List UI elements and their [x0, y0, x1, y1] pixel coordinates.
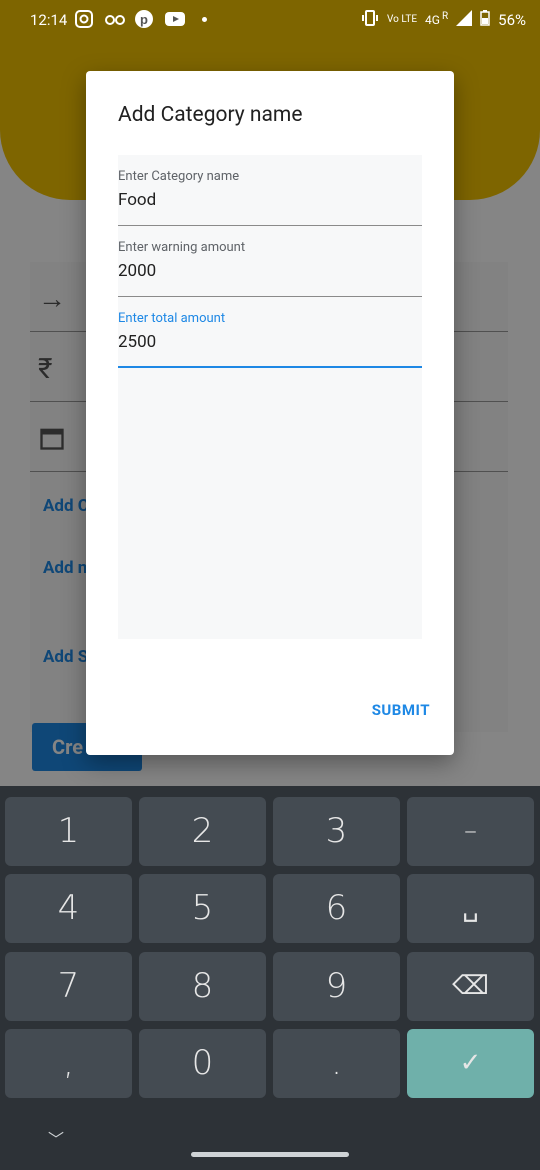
category-name-field[interactable]: Enter Category name Food [118, 155, 422, 226]
field-value[interactable]: 2000 [118, 261, 156, 281]
dialog-title: Add Category name [118, 103, 303, 127]
key-space[interactable]: ␣ [407, 874, 534, 943]
battery-percent: 56% [498, 11, 526, 29]
key-8[interactable]: 8 [139, 952, 266, 1021]
key-period[interactable]: . [273, 1029, 400, 1098]
add-category-dialog: Add Category name Enter Category name Fo… [86, 71, 454, 755]
key-3[interactable]: 3 [273, 797, 400, 866]
key-0[interactable]: 0 [139, 1029, 266, 1098]
field-label: Enter Category name [118, 169, 240, 184]
field-label: Enter warning amount [118, 240, 246, 255]
battery-icon [480, 10, 490, 30]
numeric-keyboard: 1 2 3 – 4 5 6 ␣ 7 8 9 ⌫ , 0 . ✓ ﹀ [0, 786, 540, 1170]
chevron-down-icon[interactable]: ﹀ [48, 1126, 64, 1150]
youtube-icon [164, 9, 185, 29]
key-6[interactable]: 6 [273, 874, 400, 943]
key-4[interactable]: 4 [5, 874, 132, 943]
key-1[interactable]: 1 [5, 797, 132, 866]
roaming-indicator: R [441, 10, 449, 22]
notification-dot-icon [202, 16, 207, 22]
field-underline [118, 366, 422, 368]
instagram-icon [74, 9, 94, 29]
done-key[interactable]: ✓ [407, 1029, 534, 1098]
key-7[interactable]: 7 [5, 952, 132, 1021]
total-amount-field[interactable]: Enter total amount 2500 [118, 297, 422, 368]
pinterest-icon: p [134, 9, 154, 29]
volte-indicator: Vo LTE [387, 14, 418, 25]
key-comma[interactable]: , [5, 1029, 132, 1098]
submit-button[interactable]: SUBMIT [372, 701, 430, 719]
dialog-fields: Enter Category name Food Enter warning a… [118, 155, 422, 639]
network-type: 4G [425, 13, 440, 27]
key-minus[interactable]: – [407, 797, 534, 866]
key-2[interactable]: 2 [139, 797, 266, 866]
glasses-icon [104, 9, 125, 29]
key-9[interactable]: 9 [273, 952, 400, 1021]
status-time: 12:14 [30, 11, 68, 29]
svg-text:p: p [140, 12, 148, 27]
warning-amount-field[interactable]: Enter warning amount 2000 [118, 226, 422, 297]
field-value[interactable]: Food [118, 190, 156, 210]
field-label: Enter total amount [118, 311, 226, 326]
field-value[interactable]: 2500 [118, 332, 156, 352]
vibrate-icon [361, 9, 379, 31]
key-5[interactable]: 5 [139, 874, 266, 943]
signal-icon [456, 10, 473, 30]
gesture-handle[interactable] [191, 1152, 349, 1157]
backspace-key[interactable]: ⌫ [407, 952, 534, 1021]
status-bar: 12:14 p Vo LTE 4G R 56% [0, 0, 540, 40]
